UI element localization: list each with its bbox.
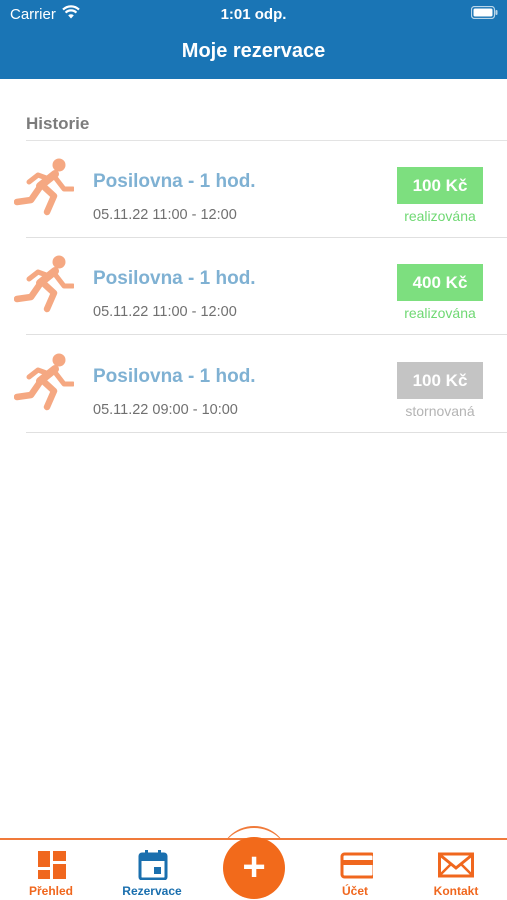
- runner-icon: [14, 255, 74, 313]
- runner-icon: [14, 158, 74, 216]
- reservation-time: 05.11.22 11:00 - 12:00: [93, 304, 237, 320]
- battery-icon: [471, 6, 498, 19]
- tab-kontakt[interactable]: Kontakt: [406, 840, 506, 900]
- reservation-time: 05.11.22 11:00 - 12:00: [93, 207, 237, 223]
- tab-prehled[interactable]: Přehled: [1, 840, 101, 900]
- price-badge: 100 Kč: [397, 362, 483, 399]
- tab-label: Kontakt: [433, 884, 479, 898]
- price-badge: 100 Kč: [397, 167, 483, 204]
- reservation-title: Posilovna - 1 hod.: [93, 268, 256, 289]
- calendar-icon: [138, 850, 168, 880]
- runner-icon: [14, 353, 74, 411]
- tab-label: Účet: [341, 884, 368, 898]
- reservation-time: 05.11.22 09:00 - 10:00: [93, 402, 238, 418]
- add-reservation-button[interactable]: +: [223, 837, 285, 899]
- status-time: 1:01 odp.: [220, 6, 287, 23]
- tab-label: Rezervace: [122, 884, 182, 898]
- section-header-historie: Historie: [26, 114, 507, 141]
- status-label: stornovaná: [405, 403, 475, 419]
- envelope-icon: [438, 852, 474, 878]
- reservation-row[interactable]: Posilovna - 1 hod. 05.11.22 09:00 - 10:0…: [0, 336, 507, 433]
- tab-rezervace[interactable]: Rezervace: [102, 840, 202, 900]
- tab-ucet[interactable]: Účet: [305, 840, 405, 900]
- page-title: Moje rezervace: [181, 40, 326, 62]
- row-divider: [26, 334, 507, 335]
- reservation-title: Posilovna - 1 hod.: [93, 171, 256, 192]
- credit-card-icon: [340, 852, 373, 879]
- dashboard-icon: [38, 851, 66, 879]
- app-header: Carrier 1:01 odp. Moje rezervace: [0, 0, 507, 79]
- reservation-row[interactable]: Posilovna - 1 hod. 05.11.22 11:00 - 12:0…: [0, 238, 507, 335]
- row-divider: [26, 432, 507, 433]
- reservation-row[interactable]: Posilovna - 1 hod. 05.11.22 11:00 - 12:0…: [0, 141, 507, 238]
- status-label: realizována: [404, 208, 476, 224]
- tab-label: Přehled: [28, 884, 73, 898]
- reservation-title: Posilovna - 1 hod.: [93, 366, 256, 387]
- status-label: realizována: [404, 305, 476, 321]
- price-badge: 400 Kč: [397, 264, 483, 301]
